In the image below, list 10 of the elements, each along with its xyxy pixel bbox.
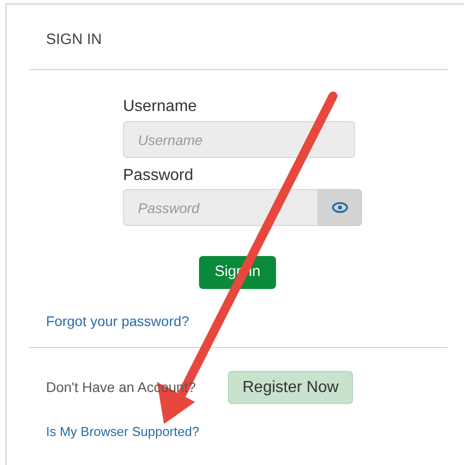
show-password-button[interactable] (318, 189, 362, 226)
password-field[interactable]: Password (123, 189, 318, 226)
panel-title: SIGN IN (45, 30, 103, 50)
username-field[interactable]: Username (123, 121, 355, 158)
eye-icon (332, 202, 348, 213)
field-label: Password (123, 167, 194, 185)
forgot-password-link[interactable]: Forgot your password? (46, 311, 464, 332)
field-label: Username (123, 98, 198, 116)
browser-support-link[interactable]: Is My Browser Supported? (46, 422, 200, 442)
register-button[interactable]: Register Now (228, 371, 353, 404)
